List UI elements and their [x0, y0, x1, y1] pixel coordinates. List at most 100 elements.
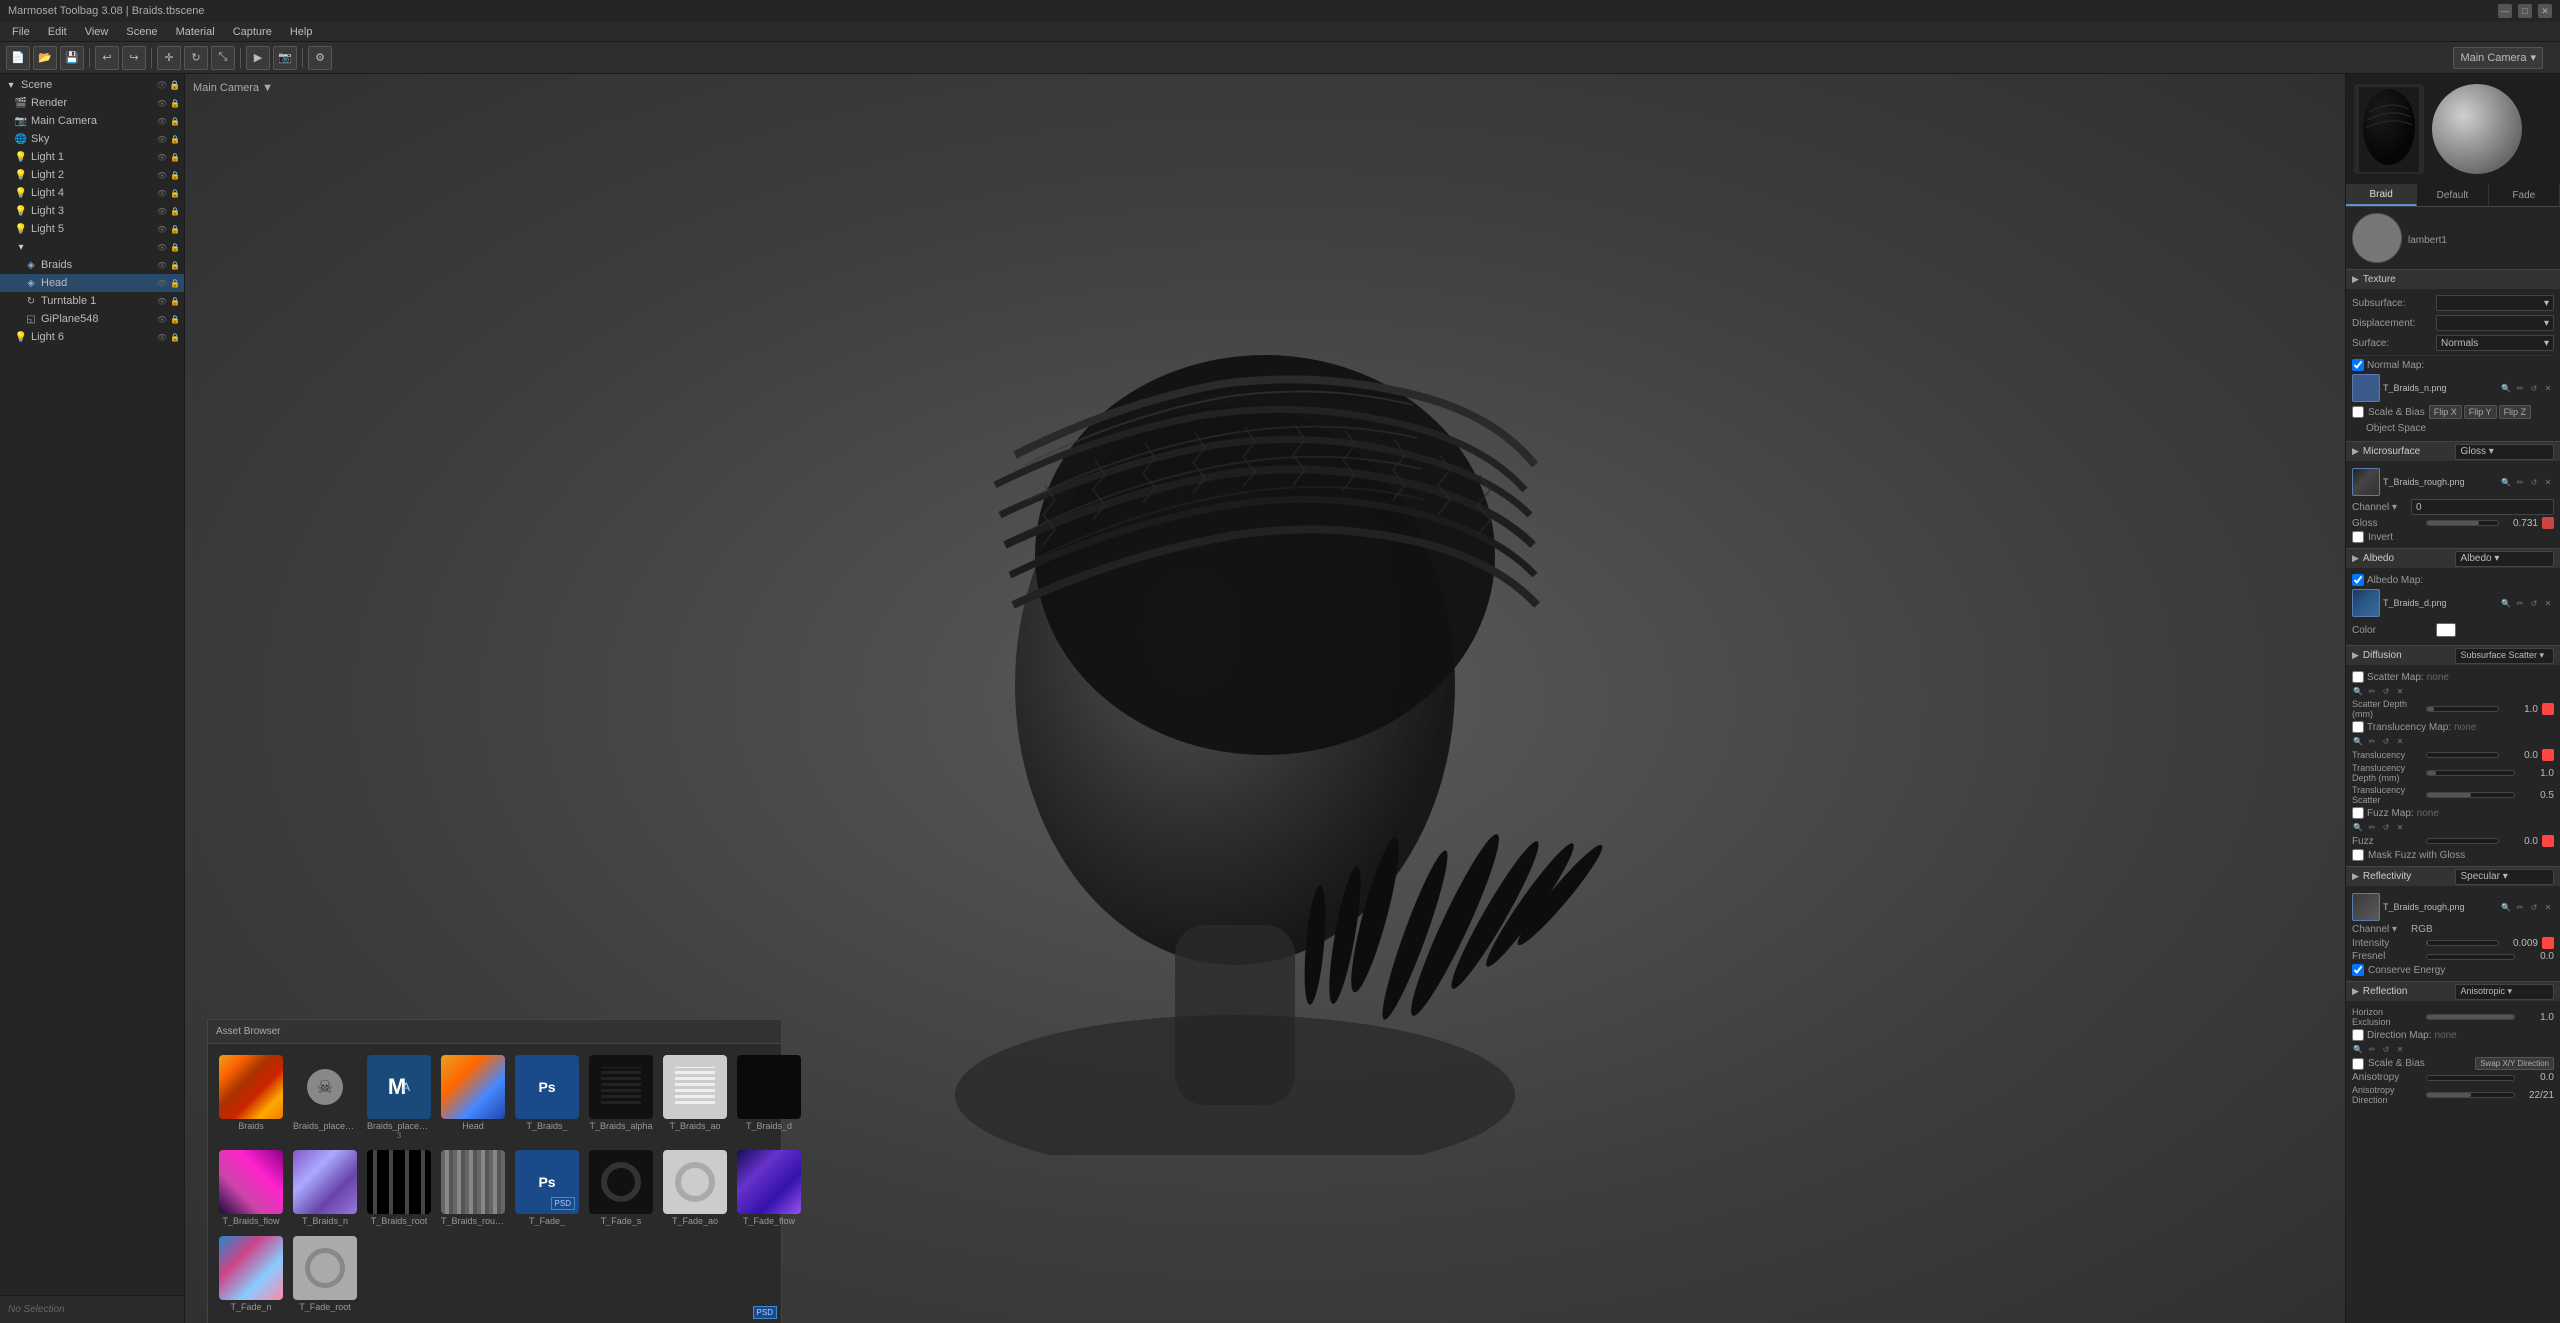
tree-item-render[interactable]: 🎬 Render 👁🔒 — [0, 94, 184, 112]
l5-eye[interactable]: 👁 — [156, 223, 168, 235]
asset-t-braids-d[interactable]: T_Braids_d — [734, 1052, 804, 1143]
br-lock[interactable]: 🔒 — [169, 259, 181, 271]
minimize-button[interactable]: — — [2498, 4, 2512, 18]
tree-item-main-camera[interactable]: 📷 Main Camera 👁🔒 — [0, 112, 184, 130]
fuzz-map-check[interactable] — [2352, 807, 2364, 819]
fuzz-zoom[interactable]: 🔍 — [2352, 821, 2364, 833]
menu-edit[interactable]: Edit — [40, 24, 75, 40]
trans-zoom[interactable]: 🔍 — [2352, 735, 2364, 747]
mask-fuzz-check[interactable] — [2352, 849, 2364, 861]
pl-lock[interactable]: 🔒 — [169, 313, 181, 325]
scatter-color-btn[interactable] — [2542, 703, 2554, 715]
albedo-edit[interactable]: ✏ — [2514, 597, 2526, 609]
menu-scene[interactable]: Scene — [118, 24, 165, 40]
tree-item-mesh-group[interactable]: ▾ 👁🔒 — [0, 238, 184, 256]
texture-section-header[interactable]: ▶ Texture — [2346, 269, 2560, 289]
asset-t-braids-n[interactable]: T_Braids_n — [290, 1147, 360, 1229]
gloss-color-btn[interactable] — [2542, 517, 2554, 529]
displacement-dropdown[interactable]: ▾ — [2436, 315, 2554, 331]
scatter-remove[interactable]: ✕ — [2394, 685, 2406, 697]
tree-item-light4[interactable]: 💡 Light 4 👁🔒 — [0, 184, 184, 202]
direction-map-check[interactable] — [2352, 1029, 2364, 1041]
l6-eye[interactable]: 👁 — [156, 331, 168, 343]
camera-lock[interactable]: 🔒 — [169, 115, 181, 127]
albedo-remove[interactable]: ✕ — [2542, 597, 2554, 609]
microsurface-type-dropdown[interactable]: Gloss ▾ — [2455, 444, 2554, 460]
tab-default[interactable]: Default — [2417, 184, 2488, 206]
l2-lock[interactable]: 🔒 — [169, 169, 181, 181]
grp-eye[interactable]: 👁 — [156, 241, 168, 253]
translucency-scatter-track[interactable] — [2426, 792, 2515, 798]
asset-t-fade-psd[interactable]: Ps PSD T_Fade_ — [512, 1147, 582, 1229]
undo-button[interactable]: ↩ — [95, 46, 119, 70]
normal-map-zoom[interactable]: 🔍 — [2500, 382, 2512, 394]
microsurface-header[interactable]: ▶ Microsurface Gloss ▾ — [2346, 441, 2560, 461]
reflectivity-header[interactable]: ▶ Reflectivity Specular ▾ — [2346, 866, 2560, 886]
tt-eye[interactable]: 👁 — [156, 295, 168, 307]
spec-reload[interactable]: ↺ — [2528, 901, 2540, 913]
fuzz-remove[interactable]: ✕ — [2394, 821, 2406, 833]
trans-reload[interactable]: ↺ — [2380, 735, 2392, 747]
gloss-map-reload[interactable]: ↺ — [2528, 476, 2540, 488]
albedo-reload[interactable]: ↺ — [2528, 597, 2540, 609]
fuzz-edit[interactable]: ✏ — [2366, 821, 2378, 833]
asset-t-fade-n[interactable]: T_Fade_n — [216, 1233, 286, 1315]
scale-button[interactable]: ⤡ — [211, 46, 235, 70]
asset-t-braids[interactable]: Ps PSD T_Braids_ — [512, 1052, 582, 1143]
asset-braids-ma[interactable]: M A Braids_placement_0 3 — [364, 1052, 434, 1143]
settings-button[interactable]: ⚙ — [308, 46, 332, 70]
menu-view[interactable]: View — [77, 24, 117, 40]
channel-input[interactable] — [2411, 499, 2554, 515]
intensity-track[interactable] — [2426, 940, 2499, 946]
new-button[interactable]: 📄 — [6, 46, 30, 70]
anisotropy-dir-track[interactable] — [2426, 1092, 2515, 1098]
open-button[interactable]: 📂 — [33, 46, 57, 70]
scatter-reload[interactable]: ↺ — [2380, 685, 2392, 697]
conserve-energy-check[interactable] — [2352, 964, 2364, 976]
rotate-button[interactable]: ↻ — [184, 46, 208, 70]
fuzz-color-btn[interactable] — [2542, 835, 2554, 847]
reflection-type-dropdown[interactable]: Anisotropic ▾ — [2455, 984, 2554, 1000]
l3-lock[interactable]: 🔒 — [169, 205, 181, 217]
spec-zoom[interactable]: 🔍 — [2500, 901, 2512, 913]
asset-braids-placement[interactable]: ☠ Braids_placement_0 — [290, 1052, 360, 1143]
visibility-icon[interactable]: 👁 — [156, 79, 168, 91]
normal-map-remove[interactable]: ✕ — [2542, 382, 2554, 394]
tree-item-light1[interactable]: 💡 Light 1 👁🔒 — [0, 148, 184, 166]
spec-edit[interactable]: ✏ — [2514, 901, 2526, 913]
trans-edit[interactable]: ✏ — [2366, 735, 2378, 747]
tree-item-light3[interactable]: 💡 Light 3 👁🔒 — [0, 202, 184, 220]
flip-x-button[interactable]: Flip X — [2429, 405, 2462, 419]
maximize-button[interactable]: □ — [2518, 4, 2532, 18]
sky-lock[interactable]: 🔒 — [169, 133, 181, 145]
tree-item-braids[interactable]: ◈ Braids 👁🔒 — [0, 256, 184, 274]
tab-fade[interactable]: Fade — [2489, 184, 2560, 206]
l5-lock[interactable]: 🔒 — [169, 223, 181, 235]
tt-lock[interactable]: 🔒 — [169, 295, 181, 307]
gloss-map-remove[interactable]: ✕ — [2542, 476, 2554, 488]
scale-bias-check[interactable] — [2352, 406, 2364, 418]
fuzz-reload[interactable]: ↺ — [2380, 821, 2392, 833]
invert-check[interactable] — [2352, 531, 2364, 543]
tree-item-sky[interactable]: 🌐 Sky 👁🔒 — [0, 130, 184, 148]
l3-eye[interactable]: 👁 — [156, 205, 168, 217]
viewport[interactable]: Main Camera ▼ — [185, 74, 2345, 1323]
l6-lock[interactable]: 🔒 — [169, 331, 181, 343]
albedo-map-check[interactable] — [2352, 574, 2364, 586]
scatter-depth-track[interactable] — [2426, 706, 2499, 712]
asset-t-fade-root[interactable]: T_Fade_root — [290, 1233, 360, 1315]
render-eye[interactable]: 👁 — [156, 97, 168, 109]
close-button[interactable]: ✕ — [2538, 4, 2552, 18]
l2-eye[interactable]: 👁 — [156, 169, 168, 181]
flip-y-button[interactable]: Flip Y — [2464, 405, 2497, 419]
camera-selector[interactable]: Main Camera ▾ — [2453, 47, 2543, 69]
reflection-header[interactable]: ▶ Reflection Anisotropic ▾ — [2346, 981, 2560, 1001]
surface-dropdown[interactable]: Normals ▾ — [2436, 335, 2554, 351]
render-lock[interactable]: 🔒 — [169, 97, 181, 109]
menu-capture[interactable]: Capture — [225, 24, 280, 40]
diffusion-type-dropdown[interactable]: Subsurface Scatter ▾ — [2455, 648, 2554, 664]
asset-t-fade-flow[interactable]: T_Fade_flow — [734, 1147, 804, 1229]
trans-color-btn[interactable] — [2542, 749, 2554, 761]
sky-eye[interactable]: 👁 — [156, 133, 168, 145]
l4-lock[interactable]: 🔒 — [169, 187, 181, 199]
